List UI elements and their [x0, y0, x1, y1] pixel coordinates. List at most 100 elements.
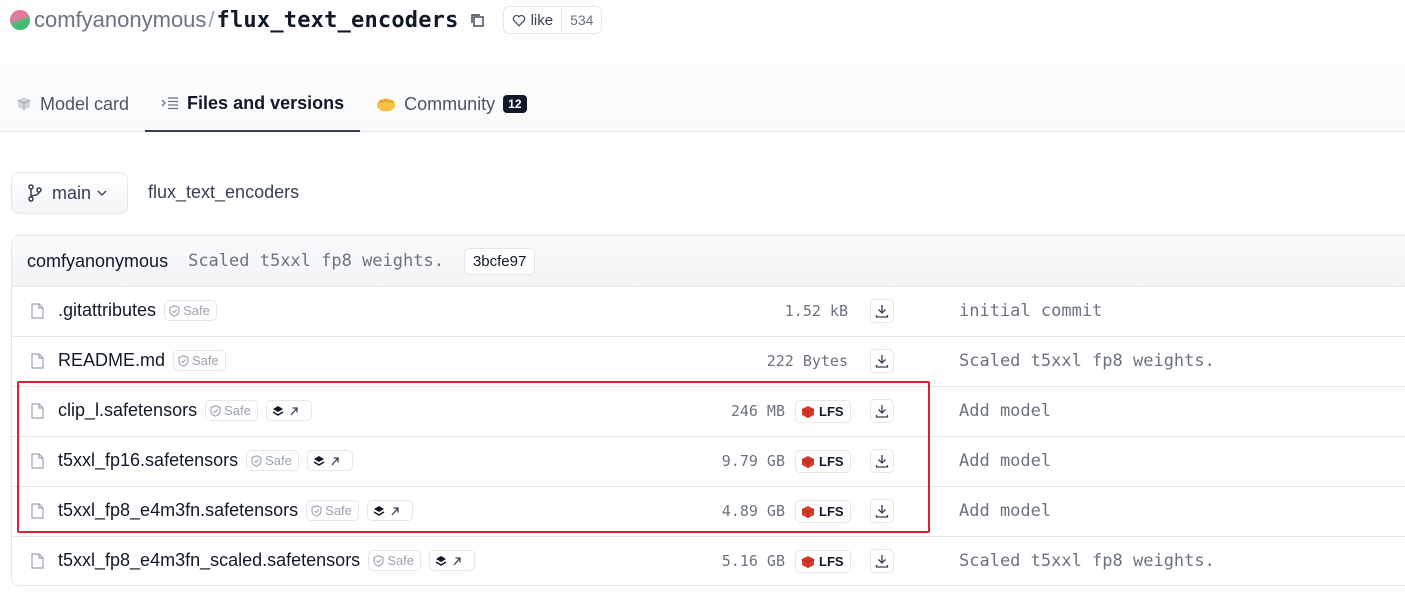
like-count: 534: [561, 7, 601, 33]
file-name-link[interactable]: clip_l.safetensors: [58, 400, 197, 421]
repo-separator: /: [208, 7, 215, 32]
shield-icon: [311, 504, 325, 517]
like-button[interactable]: like 534: [502, 6, 603, 34]
download-icon: [875, 404, 889, 418]
lfs-badge[interactable]: LFS: [795, 450, 851, 473]
download-button[interactable]: [870, 449, 894, 473]
open-viewer-button[interactable]: [265, 400, 312, 421]
open-viewer-button[interactable]: [306, 450, 353, 471]
copy-icon[interactable]: [469, 12, 485, 28]
file-size: 1.52 kB: [784, 302, 848, 320]
tab-community[interactable]: Community 12: [360, 76, 542, 132]
download-button[interactable]: [870, 349, 894, 373]
file-icon: [31, 353, 44, 374]
file-name-cell: .gitattributes Safe: [58, 300, 217, 321]
safe-label: Safe: [265, 453, 292, 468]
file-row: t5xxl_fp8_e4m3fn.safetensors Safe 4.89 GB L…: [12, 487, 1405, 537]
file-name-link[interactable]: README.md: [58, 350, 165, 371]
file-size: 246 MB: [730, 402, 785, 420]
repo-owner-link[interactable]: comfyanonymous: [34, 7, 206, 33]
file-name-cell: t5xxl_fp8_e4m3fn.safetensors Safe: [58, 500, 413, 521]
safe-badge[interactable]: Safe: [368, 550, 421, 571]
layers-arrow-icon: [372, 504, 408, 518]
commit-author[interactable]: comfyanonymous: [27, 251, 168, 272]
file-icon: [31, 403, 44, 424]
heart-icon: [512, 14, 525, 27]
file-list: comfyanonymous Scaled t5xxl fp8 weights.…: [11, 235, 1405, 586]
shield-icon: [251, 454, 265, 467]
file-icon: [31, 453, 44, 474]
download-button[interactable]: [870, 299, 894, 323]
file-last-commit[interactable]: Add model: [959, 401, 1051, 421]
shield-icon: [178, 354, 192, 367]
owner-avatar[interactable]: [10, 10, 30, 30]
lfs-badge[interactable]: LFS: [795, 400, 851, 423]
download-icon: [875, 454, 889, 468]
lfs-badge[interactable]: LFS: [795, 550, 851, 573]
download-icon: [875, 304, 889, 318]
file-row: .gitattributes Safe 1.52 kB initial commit: [12, 287, 1405, 337]
file-last-commit[interactable]: Scaled t5xxl fp8 weights.: [959, 551, 1215, 571]
shield-icon: [169, 304, 183, 317]
lfs-label: LFS: [819, 404, 844, 419]
commit-message[interactable]: Scaled t5xxl fp8 weights.: [188, 251, 444, 271]
shield-icon: [373, 554, 387, 567]
file-row: clip_l.safetensors Safe 246 MB LFS Add model: [12, 387, 1405, 437]
chevron-down-icon: [97, 190, 107, 196]
file-last-commit[interactable]: Add model: [959, 501, 1051, 521]
download-button[interactable]: [870, 399, 894, 423]
file-name-cell: clip_l.safetensors Safe: [58, 400, 312, 421]
safe-badge[interactable]: Safe: [164, 300, 217, 321]
file-name-cell: t5xxl_fp16.safetensors Safe: [58, 450, 353, 471]
lfs-label: LFS: [819, 454, 844, 469]
lfs-icon: [801, 505, 819, 519]
files-icon: [161, 97, 179, 110]
shield-icon: [210, 404, 224, 417]
lfs-icon: [801, 405, 819, 419]
lfs-badge[interactable]: LFS: [795, 500, 851, 523]
tab-label: Files and versions: [187, 92, 345, 113]
layers-arrow-icon: [271, 404, 307, 418]
safe-badge[interactable]: Safe: [173, 350, 226, 371]
file-icon: [31, 553, 44, 574]
file-icon: [31, 303, 44, 324]
file-size: 5.16 GB: [721, 552, 785, 570]
tab-model-card[interactable]: Model card: [0, 76, 145, 132]
branch-icon: [28, 184, 42, 202]
safe-badge[interactable]: Safe: [246, 450, 299, 471]
cube-icon: [17, 97, 31, 110]
breadcrumb[interactable]: flux_text_encoders: [148, 182, 299, 203]
safe-label: Safe: [183, 303, 210, 318]
tab-files-and-versions[interactable]: Files and versions: [145, 76, 361, 132]
file-size: 9.79 GB: [721, 452, 785, 470]
safe-label: Safe: [325, 503, 352, 518]
open-viewer-button[interactable]: [366, 500, 413, 521]
file-name-link[interactable]: .gitattributes: [58, 300, 156, 321]
community-icon: [377, 98, 396, 112]
file-name-link[interactable]: t5xxl_fp16.safetensors: [58, 450, 238, 471]
repo-name-link[interactable]: flux_text_encoders: [217, 8, 459, 33]
tab-label: Model card: [40, 93, 130, 114]
last-commit-bar: comfyanonymous Scaled t5xxl fp8 weights.…: [12, 236, 1405, 287]
open-viewer-button[interactable]: [428, 550, 475, 571]
file-row: t5xxl_fp8_e4m3fn_scaled.safetensors Safe 5…: [12, 537, 1405, 585]
file-last-commit[interactable]: Add model: [959, 451, 1051, 471]
download-button[interactable]: [870, 549, 894, 573]
safe-label: Safe: [192, 353, 219, 368]
download-button[interactable]: [870, 499, 894, 523]
safe-label: Safe: [387, 553, 414, 568]
file-size: 4.89 GB: [721, 502, 785, 520]
file-last-commit[interactable]: Scaled t5xxl fp8 weights.: [959, 351, 1215, 371]
branch-selector[interactable]: main: [11, 172, 128, 214]
file-name-link[interactable]: t5xxl_fp8_e4m3fn.safetensors: [58, 500, 298, 521]
safe-badge[interactable]: Safe: [205, 400, 258, 421]
repo-tabs: Model card Files and versions Community …: [0, 76, 543, 132]
file-icon: [31, 503, 44, 524]
file-row: README.md Safe 222 Bytes Scaled t5xxl fp8 w…: [12, 337, 1405, 387]
safe-badge[interactable]: Safe: [306, 500, 359, 521]
commit-hash[interactable]: 3bcfe97: [463, 247, 536, 275]
file-row: t5xxl_fp16.safetensors Safe 9.79 GB LFS Add …: [12, 437, 1405, 487]
file-last-commit[interactable]: initial commit: [959, 301, 1102, 321]
file-name-link[interactable]: t5xxl_fp8_e4m3fn_scaled.safetensors: [58, 550, 360, 571]
like-label: like: [530, 11, 554, 29]
